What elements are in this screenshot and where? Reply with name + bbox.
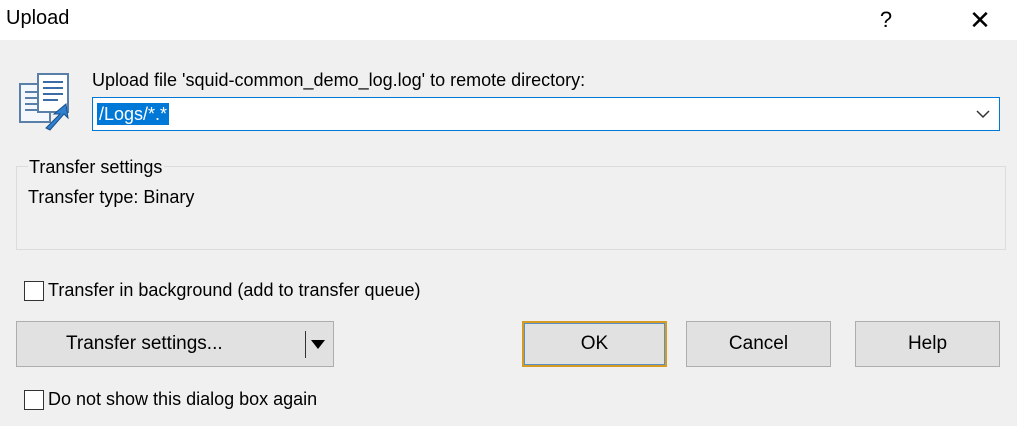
split-button-divider xyxy=(305,331,306,358)
checkbox-box[interactable] xyxy=(24,389,44,410)
checkbox-box[interactable] xyxy=(24,280,44,301)
remote-directory-input[interactable]: /Logs/*.* xyxy=(97,103,170,125)
upload-dialog: Upload ? ✕ Upload file 'squid-common_dem… xyxy=(0,0,1017,426)
help-button[interactable]: Help xyxy=(855,321,1000,367)
remote-directory-combobox[interactable]: /Logs/*.* xyxy=(92,97,1000,131)
help-icon[interactable]: ? xyxy=(872,4,900,36)
upload-prompt-label: Upload file 'squid-common_demo_log.log' … xyxy=(92,70,586,90)
chevron-down-icon[interactable] xyxy=(973,104,993,124)
dropdown-arrow-icon[interactable] xyxy=(310,334,326,354)
help-button-label: Help xyxy=(907,333,948,354)
window-title: Upload xyxy=(6,7,70,29)
close-icon[interactable]: ✕ xyxy=(964,4,996,36)
transfer-settings-button[interactable]: Transfer settings... xyxy=(16,321,334,367)
do-not-show-again-checkbox[interactable]: Do not show this dialog box again xyxy=(24,389,317,410)
transfer-settings-group-title: Transfer settings xyxy=(28,157,165,178)
transfer-in-background-checkbox[interactable]: Transfer in background (add to transfer … xyxy=(24,280,421,301)
cancel-button-label: Cancel xyxy=(728,333,789,354)
transfer-settings-group xyxy=(16,166,1006,250)
transfer-type-text: Transfer type: Binary xyxy=(28,187,195,207)
dialog-client-area: Upload file 'squid-common_demo_log.log' … xyxy=(0,40,1017,426)
title-bar: Upload ? ✕ xyxy=(0,0,1017,40)
transfer-in-background-label[interactable]: Transfer in background (add to transfer … xyxy=(48,280,421,301)
cancel-button[interactable]: Cancel xyxy=(686,321,831,367)
upload-file-icon xyxy=(19,73,69,131)
ok-button[interactable]: OK xyxy=(522,321,667,367)
do-not-show-again-label[interactable]: Do not show this dialog box again xyxy=(48,389,317,410)
transfer-settings-button-label: Transfer settings... xyxy=(66,333,223,354)
ok-button-label: OK xyxy=(580,333,609,354)
